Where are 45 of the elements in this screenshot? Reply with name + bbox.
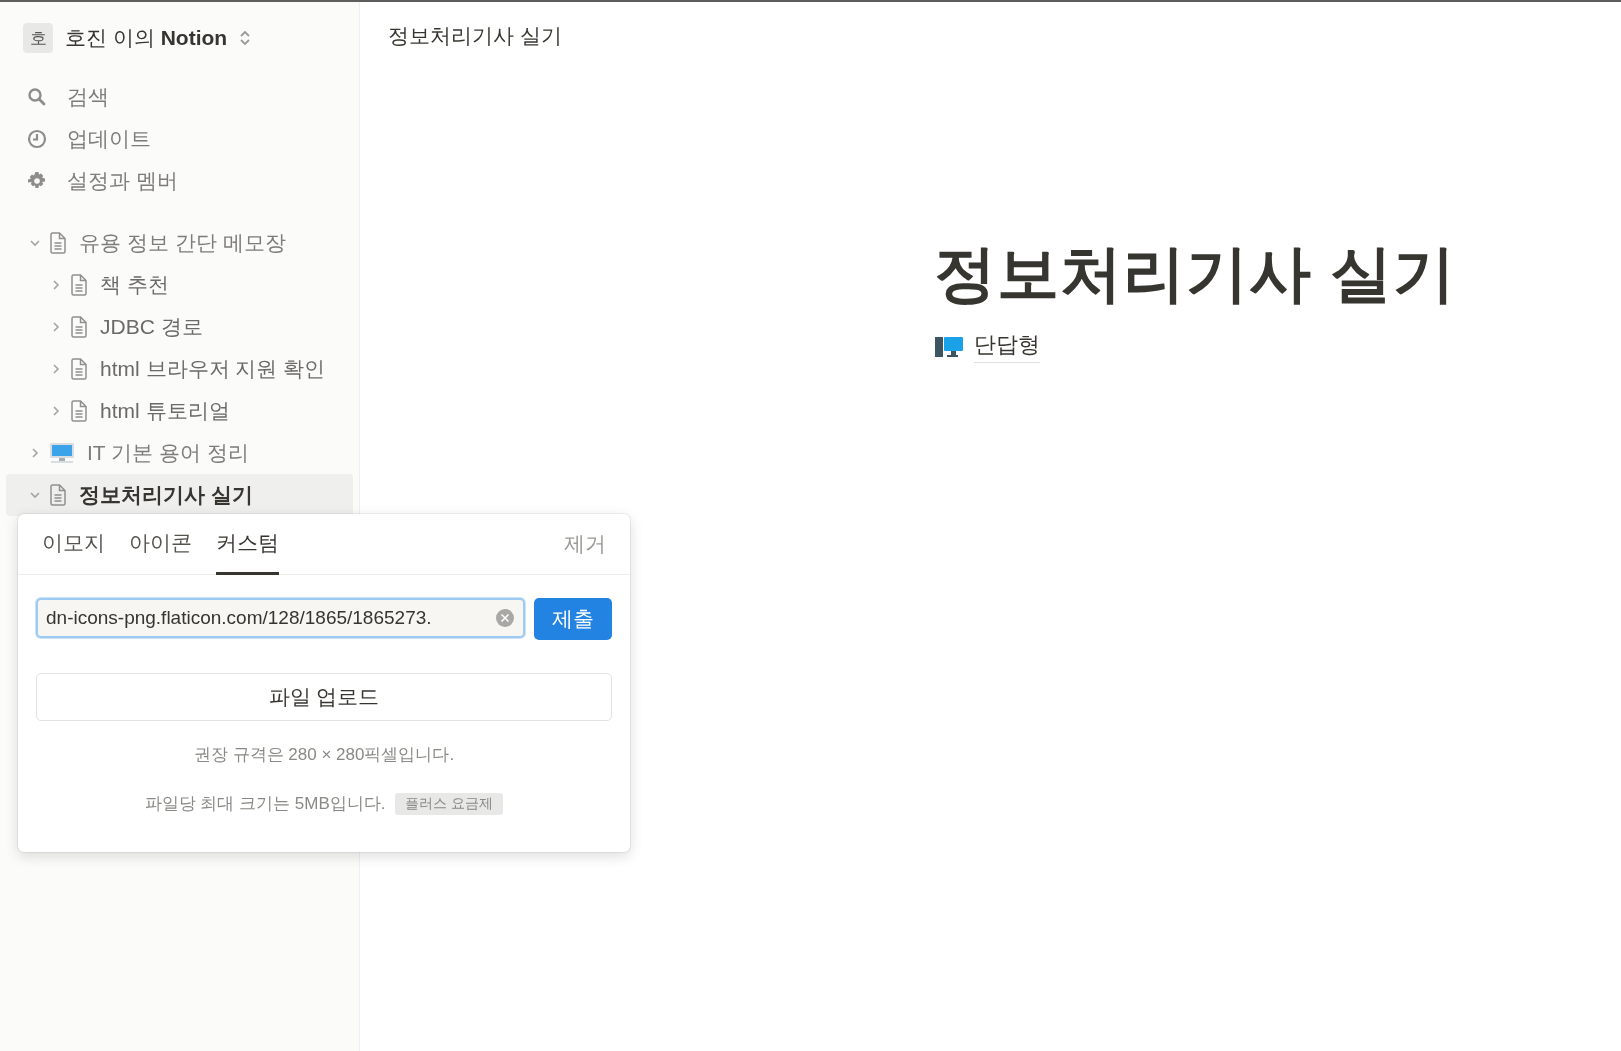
remove-button[interactable]: 제거	[564, 514, 606, 574]
clock-icon	[27, 129, 47, 149]
page-tree-item[interactable]: 정보처리기사 실기	[6, 474, 353, 516]
chevron-icon[interactable]	[50, 363, 62, 375]
monitor-icon	[49, 442, 75, 464]
plan-badge: 플러스 요금제	[395, 792, 504, 815]
page-tree-item[interactable]: html 튜토리얼	[6, 390, 353, 432]
page-tree-item[interactable]: html 브라우저 지원 확인	[6, 348, 353, 390]
clear-icon[interactable]	[495, 608, 515, 628]
chevron-updown-icon[interactable]	[239, 30, 252, 46]
chevron-icon[interactable]	[29, 447, 41, 459]
subpage-link[interactable]: 단답형	[934, 330, 1040, 363]
settings-icon	[27, 171, 47, 191]
size-hint: 권장 규격은 280 × 280픽셀입니다.	[192, 744, 456, 766]
chevron-icon[interactable]	[50, 405, 62, 417]
document-icon	[70, 358, 88, 380]
page-tree-item[interactable]: 책 추천	[6, 264, 353, 306]
chevron-icon[interactable]	[29, 489, 41, 501]
chevron-icon[interactable]	[29, 237, 41, 249]
tab[interactable]: 아이콘	[129, 514, 192, 575]
breadcrumb[interactable]: 정보처리기사 실기	[388, 22, 562, 50]
workspace-avatar[interactable]: 호	[23, 23, 53, 53]
nav-item[interactable]: 업데이트	[0, 118, 359, 160]
submit-button[interactable]: 제출	[534, 598, 612, 640]
chevron-icon[interactable]	[50, 279, 62, 291]
tab[interactable]: 커스텀	[216, 514, 279, 575]
computer-icon	[934, 334, 964, 359]
search-icon	[27, 87, 47, 107]
workspace-name[interactable]: 호진 이의 Notion	[65, 24, 228, 52]
document-icon	[70, 400, 88, 422]
page-title: 정보처리기사 실기	[934, 238, 1458, 310]
chevron-icon[interactable]	[50, 321, 62, 333]
tab[interactable]: 이모지	[42, 514, 105, 575]
upload-button[interactable]: 파일 업로드	[36, 673, 612, 721]
document-icon	[70, 316, 88, 338]
document-icon	[49, 232, 67, 254]
page-tree-item[interactable]: 유용 정보 간단 메모장	[6, 222, 353, 264]
document-icon	[49, 484, 67, 506]
page-tree-item[interactable]: JDBC 경로	[6, 306, 353, 348]
document-icon	[70, 274, 88, 296]
page-tree-item[interactable]: IT 기본 용어 정리	[6, 432, 353, 474]
nav-item[interactable]: 검색	[0, 76, 359, 118]
url-input-field[interactable]: dn-icons-png.flaticon.com/128/1865/1865273.	[36, 598, 525, 638]
file-size-limit: 파일당 최대 크기는 5MB입니다.	[144, 793, 386, 815]
nav-item[interactable]: 설정과 멤버	[0, 160, 359, 202]
